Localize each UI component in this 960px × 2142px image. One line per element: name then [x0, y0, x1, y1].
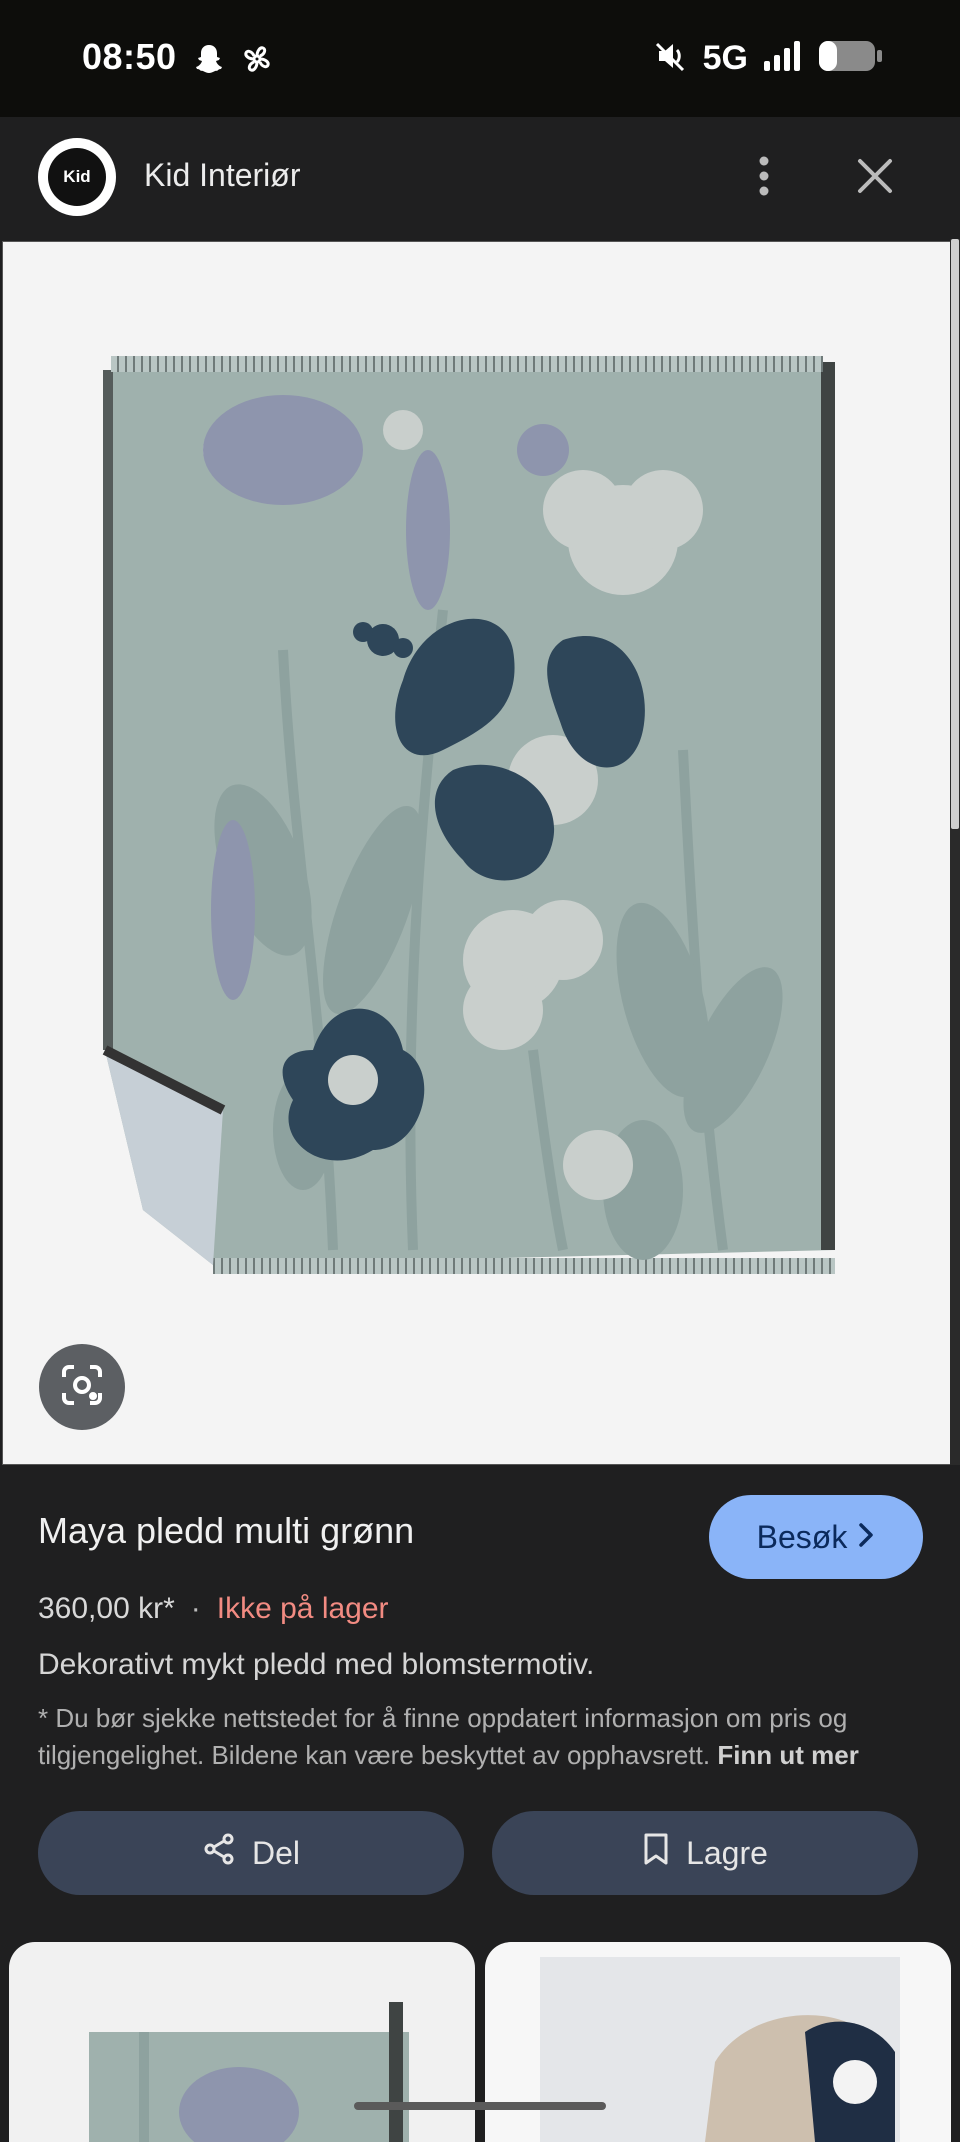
brand-logo[interactable]: Kid	[38, 138, 116, 216]
mute-icon	[653, 38, 689, 79]
close-icon	[857, 158, 893, 199]
product-image-viewer[interactable]	[2, 241, 960, 1465]
app-bar: Kid Kid Interiør	[0, 117, 960, 239]
brand-name[interactable]: Kid Interiør	[144, 157, 300, 194]
more-vert-icon	[757, 155, 771, 202]
chevron-right-icon	[857, 1519, 875, 1556]
price: 360,00 kr*	[38, 1592, 175, 1625]
more-options-button[interactable]	[744, 153, 784, 203]
product-title: Maya pledd multi grønn	[38, 1510, 415, 1551]
status-system-icons: 5G	[653, 38, 884, 79]
save-button[interactable]: Lagre	[492, 1811, 918, 1895]
brand-logo-text: Kid	[48, 148, 106, 206]
related-result-image	[89, 2002, 409, 2142]
visit-button[interactable]: Besøk	[709, 1495, 923, 1579]
share-icon	[202, 1832, 236, 1874]
lens-icon	[59, 1362, 105, 1413]
separator: ·	[190, 1592, 201, 1625]
home-indicator[interactable]	[354, 2102, 606, 2110]
close-button[interactable]	[850, 153, 900, 203]
pinwheel-icon	[240, 42, 274, 81]
status-notification-icons	[192, 42, 274, 81]
product-image	[102, 356, 835, 1274]
snapchat-icon	[192, 42, 226, 81]
signal-icon	[762, 39, 804, 78]
product-description: Dekorativt mykt pledd med blomstermotiv.	[38, 1648, 595, 1681]
status-bar: 08:50 5G	[0, 0, 960, 117]
related-result-image	[540, 1957, 900, 2142]
related-result-card[interactable]	[485, 1942, 951, 2142]
learn-more-link[interactable]: Finn ut mer	[717, 1740, 859, 1770]
save-label: Lagre	[686, 1834, 768, 1871]
battery-icon	[818, 39, 884, 78]
visit-button-label: Besøk	[756, 1518, 848, 1555]
share-label: Del	[251, 1834, 300, 1871]
scrollbar-thumb[interactable]	[951, 239, 959, 829]
share-button[interactable]: Del	[38, 1811, 464, 1895]
status-time: 08:50	[82, 36, 177, 77]
stock-status: Ikke på lager	[216, 1592, 389, 1625]
network-type: 5G	[702, 39, 748, 77]
price-row: 360,00 kr* · Ikke på lager	[38, 1592, 389, 1626]
visual-search-button[interactable]	[39, 1344, 125, 1430]
disclaimer: * Du bør sjekke nettstedet for å finne o…	[38, 1700, 928, 1774]
related-result-card[interactable]	[9, 1942, 475, 2142]
bookmark-icon	[642, 1832, 670, 1874]
